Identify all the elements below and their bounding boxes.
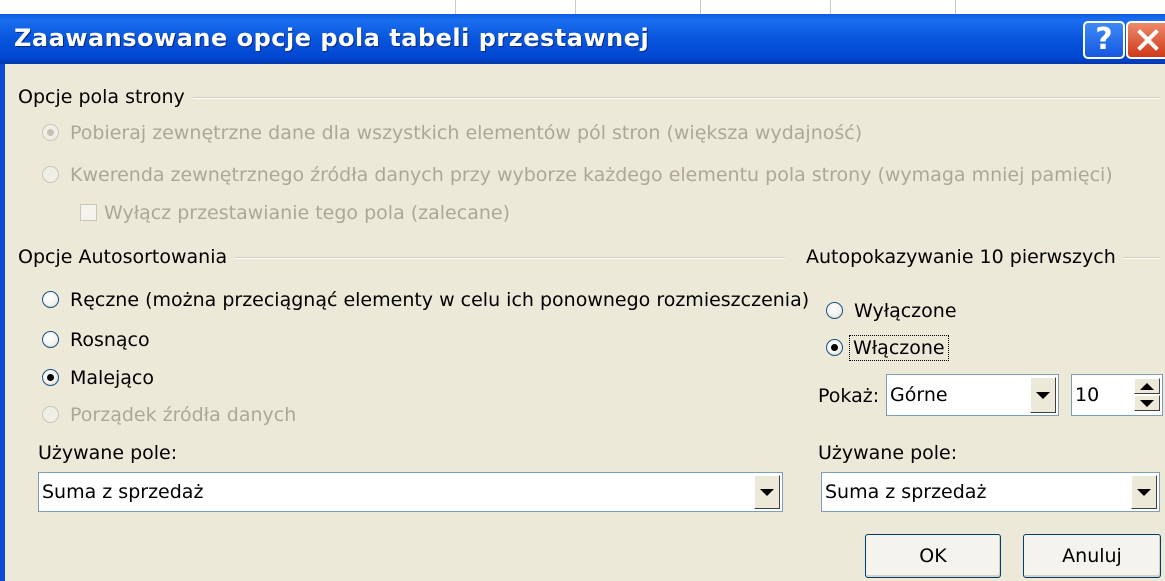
close-button[interactable] (1126, 21, 1165, 59)
show-count-value: 10 (1075, 384, 1100, 406)
radio-ascending[interactable] (42, 331, 59, 348)
radio-query-each[interactable] (42, 166, 59, 183)
background-spreadsheet-strip (0, 0, 1165, 14)
spinner-up-button[interactable] (1134, 378, 1160, 394)
column-separator (455, 0, 456, 14)
autosort-field-label: Używane pole: (38, 442, 178, 464)
autosort-field-dropdown-button[interactable] (754, 475, 780, 509)
radio-descending[interactable] (42, 369, 59, 386)
pivot-field-advanced-options-dialog: Zaawansowane opcje pola tabeli przestawn… (0, 14, 1165, 581)
autosort-field-value: Suma z sprzedaż (42, 481, 204, 503)
group-divider (180, 97, 1160, 99)
show-direction-value: Górne (890, 384, 948, 406)
column-separator (955, 0, 956, 14)
radio-manual-label: Ręczne (można przeciągnąć elementy w cel… (70, 289, 810, 311)
autosort-field-select[interactable]: Suma z sprzedaż (38, 472, 783, 512)
arrow-down-icon (1140, 399, 1154, 407)
radio-ascending-label: Rosnąco (70, 329, 150, 351)
title-bar: Zaawansowane opcje pola tabeli przestawn… (0, 14, 1165, 64)
radio-external-all[interactable] (42, 124, 59, 141)
help-button[interactable]: ? (1083, 21, 1125, 59)
chevron-down-icon (1137, 488, 1151, 496)
help-icon: ? (1095, 22, 1113, 57)
radio-external-all-label: Pobieraj zewnętrzne dane dla wszystkich … (70, 122, 863, 144)
radio-autoshow-off[interactable] (826, 302, 843, 319)
autoshow-field-select[interactable]: Suma z sprzedaż (821, 472, 1160, 512)
radio-descending-label: Malejąco (70, 367, 154, 389)
close-icon (1137, 29, 1159, 51)
autoshow-field-dropdown-button[interactable] (1131, 475, 1157, 509)
column-separator (700, 0, 701, 14)
radio-data-source-order-label: Porządek źródła danych (70, 404, 297, 426)
column-separator (575, 0, 576, 14)
autosort-options-label: Opcje Autosortowania (18, 246, 236, 268)
dialog-title: Zaawansowane opcje pola tabeli przestawn… (14, 24, 650, 52)
radio-manual[interactable] (42, 291, 59, 308)
chevron-down-icon (760, 488, 774, 496)
column-separator (830, 0, 831, 14)
radio-autoshow-on[interactable] (826, 339, 843, 356)
chevron-down-icon (1036, 391, 1050, 399)
show-count-spinner[interactable]: 10 (1071, 374, 1163, 416)
show-direction-select[interactable]: Górne (886, 374, 1059, 416)
page-field-options-label: Opcje pola strony (18, 86, 193, 108)
checkbox-disable-pivot[interactable] (80, 204, 97, 221)
cancel-button[interactable]: Anuluj (1023, 534, 1161, 578)
autoshow-field-label: Używane pole: (818, 442, 958, 464)
radio-query-each-label: Kwerenda zewnętrznego źródła danych przy… (70, 164, 1113, 186)
spinner-down-button[interactable] (1134, 395, 1160, 411)
show-label: Pokaż: (818, 385, 880, 407)
arrow-up-icon (1140, 382, 1154, 390)
checkbox-disable-pivot-label: Wyłącz przestawianie tego pola (zalecane… (104, 202, 510, 224)
window-border (0, 64, 5, 581)
radio-autoshow-off-label: Wyłączone (854, 300, 957, 322)
show-direction-dropdown-button[interactable] (1030, 377, 1056, 413)
radio-autoshow-on-label: Włączone (849, 335, 949, 361)
radio-data-source-order[interactable] (42, 406, 59, 423)
group-divider (225, 257, 785, 259)
ok-button[interactable]: OK (865, 534, 1001, 578)
autoshow-label: Autopokazywanie 10 pierwszych (802, 246, 1124, 268)
autoshow-field-value: Suma z sprzedaż (825, 481, 987, 503)
